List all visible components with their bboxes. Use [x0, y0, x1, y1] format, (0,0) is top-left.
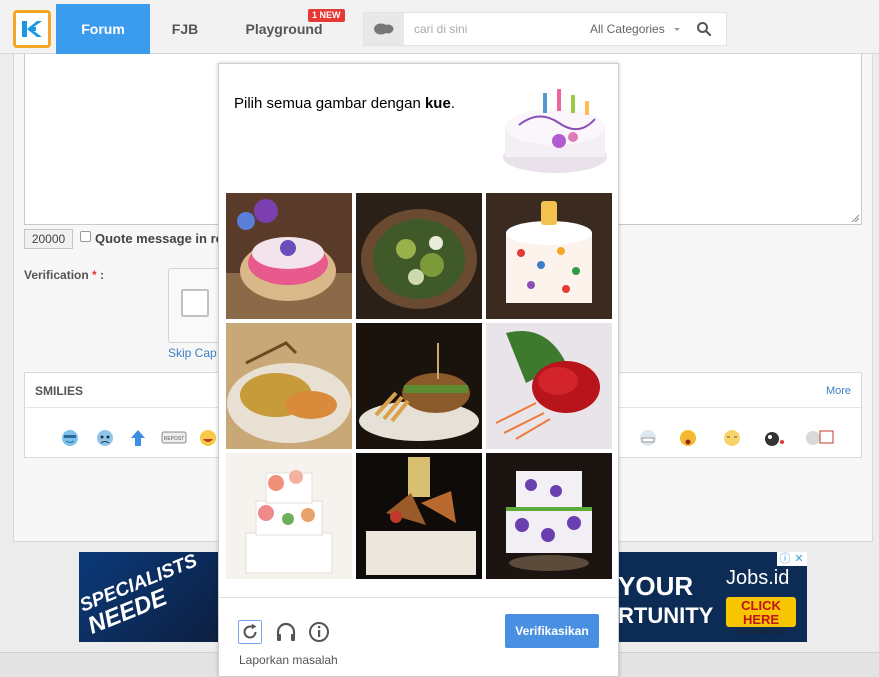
- smiley-sign-icon[interactable]: [803, 428, 835, 448]
- close-icon[interactable]: ✕: [792, 552, 806, 566]
- recaptcha-checkbox[interactable]: [181, 289, 209, 317]
- tile-7[interactable]: [226, 453, 352, 579]
- report-problem-link[interactable]: Laporkan masalah: [239, 653, 338, 667]
- verification-label: Verification * :: [24, 268, 105, 282]
- tile-4[interactable]: [226, 323, 352, 449]
- image-grid: [226, 193, 612, 579]
- search-bar: All Categories: [363, 12, 727, 46]
- verify-button[interactable]: Verifikasikan: [505, 614, 599, 648]
- top-navbar: Forum FJB Playground 1 NEW All Categorie…: [0, 0, 879, 54]
- search-input[interactable]: [404, 13, 574, 45]
- new-badge: 1 NEW: [308, 9, 345, 22]
- smiley-tongue-icon[interactable]: [677, 428, 699, 448]
- tile-3[interactable]: [486, 193, 612, 319]
- smiley-laugh-icon[interactable]: [197, 428, 219, 448]
- tile-6[interactable]: [486, 323, 612, 449]
- smiley-cool-icon[interactable]: [59, 428, 81, 448]
- tab-fjb[interactable]: FJB: [150, 4, 220, 54]
- chat-bubble-icon[interactable]: [364, 13, 404, 45]
- ad-choices[interactable]: ⓘ ✕: [777, 552, 807, 566]
- kaskus-logo[interactable]: [13, 10, 51, 48]
- resize-grip-icon[interactable]: [851, 214, 859, 222]
- jobs-id-logo: Jobs.id: [726, 567, 790, 589]
- skip-captcha-link[interactable]: Skip Cap: [168, 346, 217, 360]
- ad-left-graphic: SPECIALISTS NEEDE: [79, 552, 219, 642]
- tile-9[interactable]: [486, 453, 612, 579]
- challenge-prompt: Pilih semua gambar dengan kue.: [234, 95, 455, 112]
- challenge-keyword: kue: [424, 95, 451, 112]
- tile-5[interactable]: [356, 323, 482, 449]
- tile-8[interactable]: [356, 453, 482, 579]
- smiley-worried-icon[interactable]: [94, 428, 116, 448]
- chevron-down-icon: [674, 28, 680, 31]
- category-select[interactable]: All Categories: [590, 13, 665, 45]
- ad-cta-button[interactable]: CLICK HERE and start now: [726, 597, 796, 636]
- challenge-footer: Laporkan masalah Verifikasikan: [219, 597, 618, 677]
- tab-forum[interactable]: Forum: [56, 4, 150, 54]
- info-icon[interactable]: [307, 620, 331, 644]
- ad-opportunity-text: YOUR RTUNITY: [618, 571, 714, 628]
- quote-label: Quote message in re: [95, 231, 223, 246]
- char-counter: 20000: [24, 229, 73, 249]
- svg-text:REPOST: REPOST: [164, 436, 185, 442]
- reload-icon[interactable]: [238, 620, 262, 644]
- smilies-title: SMILIES: [35, 384, 84, 398]
- bomb-icon[interactable]: [761, 428, 787, 448]
- sample-cake-image: [499, 79, 611, 179]
- up-arrow-icon[interactable]: [127, 428, 149, 448]
- kaskus-k-icon: [22, 21, 42, 37]
- search-icon[interactable]: [696, 21, 712, 37]
- tile-1[interactable]: [226, 193, 352, 319]
- headphones-icon[interactable]: [274, 620, 298, 644]
- smiley-sleepy-icon[interactable]: [720, 428, 746, 448]
- tile-2[interactable]: [356, 193, 482, 319]
- smiley-mask-icon[interactable]: [636, 428, 662, 448]
- repost-icon[interactable]: REPOST: [161, 428, 187, 448]
- smilies-more-link[interactable]: More: [826, 385, 851, 397]
- ad-headline: SPECIALISTS NEEDE: [79, 552, 201, 640]
- recaptcha-challenge-popup: Pilih semua gambar dengan kue. Laporkan …: [218, 63, 619, 677]
- quote-checkbox[interactable]: [80, 231, 91, 242]
- ad-info-icon[interactable]: ⓘ: [778, 552, 792, 566]
